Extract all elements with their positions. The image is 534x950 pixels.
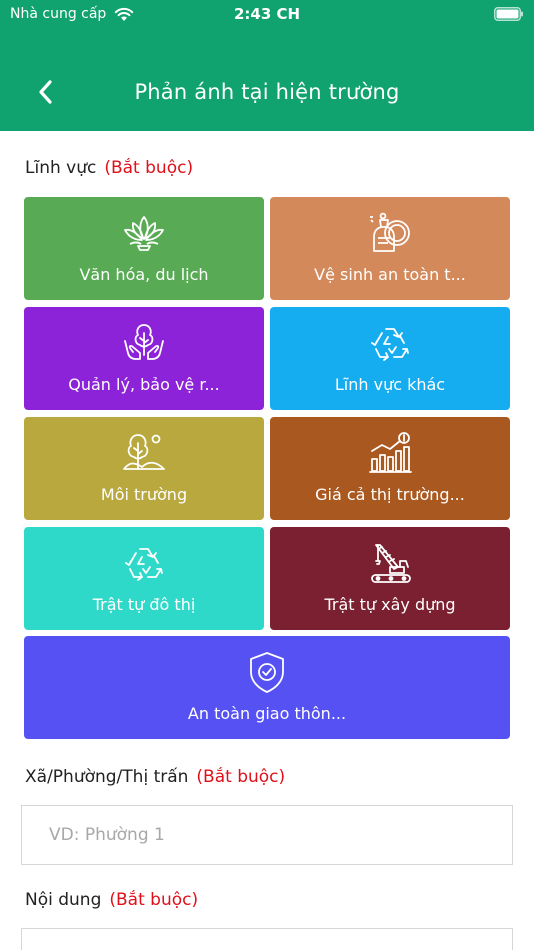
- food-safety-icon: [370, 212, 410, 252]
- required-marker: (Bắt buộc): [104, 158, 194, 178]
- category-tile-culture-tourism[interactable]: Văn hóa, du lịch: [24, 197, 264, 300]
- app-header: Nhà cung cấp 2:43 CH Phản ánh tại hiện t…: [0, 0, 534, 131]
- tile-label: Lĩnh vực khác: [334, 375, 446, 394]
- status-bar: Nhà cung cấp 2:43 CH: [0, 0, 534, 30]
- forest-protection-icon: [124, 324, 164, 360]
- category-tile-traffic-safety[interactable]: An toàn giao thôn...: [24, 636, 510, 739]
- ward-input[interactable]: [21, 805, 513, 865]
- lotus-icon: [124, 216, 164, 251]
- status-time: 2:43 CH: [233, 5, 301, 23]
- content-textarea[interactable]: [21, 928, 513, 950]
- environment-icon: [123, 434, 165, 470]
- page-title: Phản ánh tại hiện trường: [134, 80, 400, 104]
- ward-section-label: Xã/Phường/Thị trấn (Bắt buộc): [25, 767, 285, 787]
- crane-icon: [371, 544, 411, 583]
- category-tile-urban-order[interactable]: Trật tự đô thị: [24, 527, 264, 630]
- tile-label: An toàn giao thôn...: [187, 704, 347, 723]
- content-label-text: Nội dung: [25, 890, 102, 910]
- field-section-label: Lĩnh vực (Bắt buộc): [25, 158, 193, 178]
- category-tile-construction-order[interactable]: Trật tự xây dựng: [270, 527, 510, 630]
- category-tile-food-safety[interactable]: Vệ sinh an toàn t...: [270, 197, 510, 300]
- field-label-text: Lĩnh vực: [25, 158, 97, 178]
- required-marker: (Bắt buộc): [109, 890, 199, 910]
- category-tile-market-price[interactable]: Giá cả thị trường...: [270, 417, 510, 520]
- recycle-icon: [125, 548, 163, 581]
- tile-label: Trật tự đô thị: [92, 595, 196, 614]
- market-price-icon: [369, 432, 412, 473]
- recycle-icon: [371, 328, 409, 361]
- tile-label: Giá cả thị trường...: [315, 485, 465, 504]
- content-section-label: Nội dung (Bắt buộc): [25, 890, 198, 910]
- tile-label: Văn hóa, du lịch: [79, 265, 209, 284]
- category-tile-other[interactable]: Lĩnh vực khác: [270, 307, 510, 410]
- category-tile-forest-protection[interactable]: Quản lý, bảo vệ r...: [24, 307, 264, 410]
- tile-label: Quản lý, bảo vệ r...: [68, 375, 220, 394]
- required-marker: (Bắt buộc): [196, 767, 286, 787]
- tile-label: Môi trường: [100, 485, 188, 504]
- tile-label: Vệ sinh an toàn t...: [314, 265, 466, 284]
- shield-icon: [250, 652, 284, 693]
- ward-label-text: Xã/Phường/Thị trấn: [25, 767, 189, 787]
- category-tile-environment[interactable]: Môi trường: [24, 417, 264, 520]
- tile-label: Trật tự xây dựng: [324, 595, 456, 614]
- battery-icon: [494, 7, 523, 21]
